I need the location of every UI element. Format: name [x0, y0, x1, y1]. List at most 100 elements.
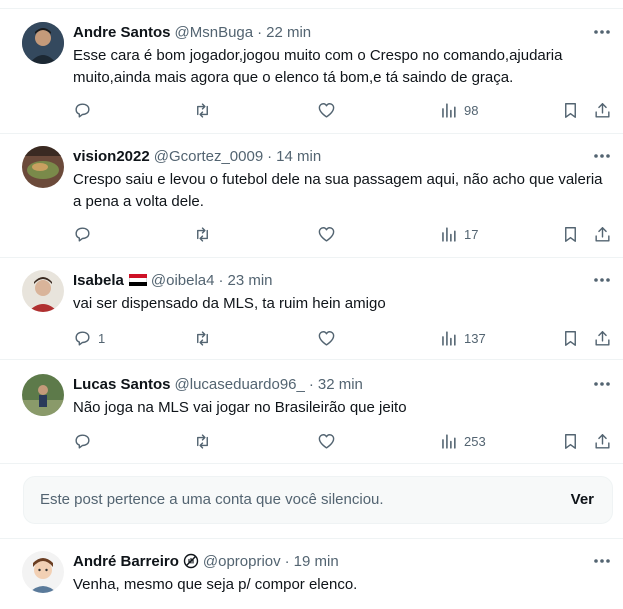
- hand-gesture-icon: [183, 553, 199, 569]
- heart-icon: [318, 433, 335, 449]
- more-horizontal-icon: [594, 382, 610, 386]
- retweet-icon: [197, 330, 208, 346]
- tweet-header: Lucas Santos @lucaseduardo96_ · 32 min: [73, 374, 363, 394]
- share-button[interactable]: [593, 430, 612, 452]
- separator-dot: ·: [267, 147, 273, 165]
- timestamp[interactable]: 19 min: [294, 553, 339, 570]
- muted-post-notice: Este post pertence a uma conta que você …: [23, 476, 613, 524]
- author-handle[interactable]: @opropriov: [203, 553, 281, 570]
- author-handle[interactable]: @Gcortez_0009: [154, 148, 263, 165]
- view-muted-button[interactable]: Ver: [571, 491, 594, 508]
- tweet-header: Andre Santos @MsnBuga · 22 min: [73, 22, 311, 42]
- timestamp[interactable]: 14 min: [276, 148, 321, 165]
- top-divider: [0, 0, 623, 9]
- tweet-item[interactable]: vision2022 @Gcortez_0009 · 14 min Crespo…: [0, 134, 623, 258]
- author-name[interactable]: vision2022: [73, 148, 150, 165]
- tweet-actions: 1 137: [0, 327, 623, 349]
- tweet-item[interactable]: Isabela @oibela4 · 23 min vai ser dispen…: [0, 258, 623, 360]
- views-chart-icon: [442, 330, 456, 346]
- tweet-header: Isabela @oibela4 · 23 min: [73, 270, 273, 290]
- reply-button[interactable]: [73, 430, 98, 452]
- bookmark-icon: [565, 330, 576, 346]
- tweet-item[interactable]: André Barreiro @opropriov · 19 min Venha…: [0, 539, 623, 609]
- reply-icon: [75, 102, 90, 118]
- author-handle[interactable]: @lucaseduardo96_: [175, 376, 305, 393]
- bookmark-icon: [565, 433, 576, 449]
- reply-button[interactable]: [73, 223, 98, 245]
- tweet-text: Crespo saiu e levou o futebol dele na su…: [73, 171, 603, 210]
- more-options-button[interactable]: [590, 22, 614, 42]
- share-button[interactable]: [593, 223, 612, 245]
- views-button[interactable]: 98: [439, 99, 478, 121]
- avatar[interactable]: [22, 374, 64, 416]
- more-options-button[interactable]: [590, 146, 614, 166]
- reply-button[interactable]: [73, 99, 98, 121]
- retweet-button[interactable]: [193, 223, 212, 245]
- more-horizontal-icon: [594, 278, 610, 282]
- avatar[interactable]: [22, 22, 64, 64]
- author-handle[interactable]: @MsnBuga: [175, 24, 254, 41]
- author-handle[interactable]: @oibela4: [151, 272, 215, 289]
- reply-icon: [75, 226, 90, 242]
- share-button[interactable]: [593, 327, 612, 349]
- timestamp[interactable]: 22 min: [266, 24, 311, 41]
- heart-icon: [318, 226, 335, 242]
- retweet-button[interactable]: [193, 327, 212, 349]
- like-button[interactable]: [317, 99, 336, 121]
- flag-icon: [128, 273, 147, 287]
- retweet-button[interactable]: [193, 430, 212, 452]
- reply-feed: Andre Santos @MsnBuga · 22 min Esse cara…: [0, 0, 623, 609]
- avatar[interactable]: [22, 270, 64, 312]
- reply-button[interactable]: 1: [73, 327, 105, 349]
- avatar[interactable]: [22, 551, 64, 593]
- views-chart-icon: [442, 433, 456, 449]
- tweet-text: Venha, mesmo que seja p/ compor elenco.: [73, 576, 358, 593]
- tweet-item[interactable]: Andre Santos @MsnBuga · 22 min Esse cara…: [0, 10, 623, 134]
- retweet-icon: [197, 102, 208, 118]
- views-count: 98: [464, 102, 479, 118]
- views-chart-icon: [442, 102, 456, 118]
- share-icon: [595, 102, 610, 118]
- more-options-button[interactable]: [590, 374, 614, 394]
- like-button[interactable]: [317, 223, 336, 245]
- separator-dot: ·: [257, 23, 263, 41]
- author-name[interactable]: Isabela: [73, 272, 124, 289]
- share-icon: [595, 330, 610, 346]
- reply-icon: [75, 433, 90, 449]
- author-name[interactable]: Lucas Santos: [73, 376, 171, 393]
- avatar[interactable]: [22, 146, 64, 188]
- retweet-icon: [197, 226, 208, 242]
- tweet-text: Esse cara é bom jogador,jogou muito com …: [73, 47, 563, 86]
- author-name[interactable]: André Barreiro: [73, 553, 179, 570]
- tweet-text: Não joga na MLS vai jogar no Brasileirão…: [73, 399, 407, 416]
- bookmark-button[interactable]: [561, 430, 580, 452]
- tweet-actions: 98: [0, 99, 623, 121]
- views-button[interactable]: 253: [439, 430, 486, 452]
- share-icon: [595, 226, 610, 242]
- separator-dot: ·: [218, 271, 224, 289]
- share-button[interactable]: [593, 99, 612, 121]
- tweet-item[interactable]: Lucas Santos @lucaseduardo96_ · 32 min N…: [0, 360, 623, 464]
- tweet-header: vision2022 @Gcortez_0009 · 14 min: [73, 146, 321, 166]
- more-horizontal-icon: [594, 30, 610, 34]
- share-icon: [595, 433, 610, 449]
- more-options-button[interactable]: [590, 551, 614, 571]
- views-button[interactable]: 17: [439, 223, 478, 245]
- heart-icon: [318, 102, 335, 118]
- timestamp[interactable]: 23 min: [227, 272, 272, 289]
- heart-icon: [318, 330, 335, 346]
- more-horizontal-icon: [594, 154, 610, 158]
- tweet-text: vai ser dispensado da MLS, ta ruim hein …: [73, 295, 386, 312]
- views-button[interactable]: 137: [439, 327, 486, 349]
- bookmark-button[interactable]: [561, 99, 580, 121]
- retweet-button[interactable]: [193, 99, 212, 121]
- author-name[interactable]: Andre Santos: [73, 24, 171, 41]
- timestamp[interactable]: 32 min: [318, 376, 363, 393]
- tweet-actions: 17: [0, 223, 623, 245]
- views-chart-icon: [442, 226, 456, 242]
- like-button[interactable]: [317, 327, 336, 349]
- more-options-button[interactable]: [590, 270, 614, 290]
- bookmark-button[interactable]: [561, 327, 580, 349]
- bookmark-button[interactable]: [561, 223, 580, 245]
- like-button[interactable]: [317, 430, 336, 452]
